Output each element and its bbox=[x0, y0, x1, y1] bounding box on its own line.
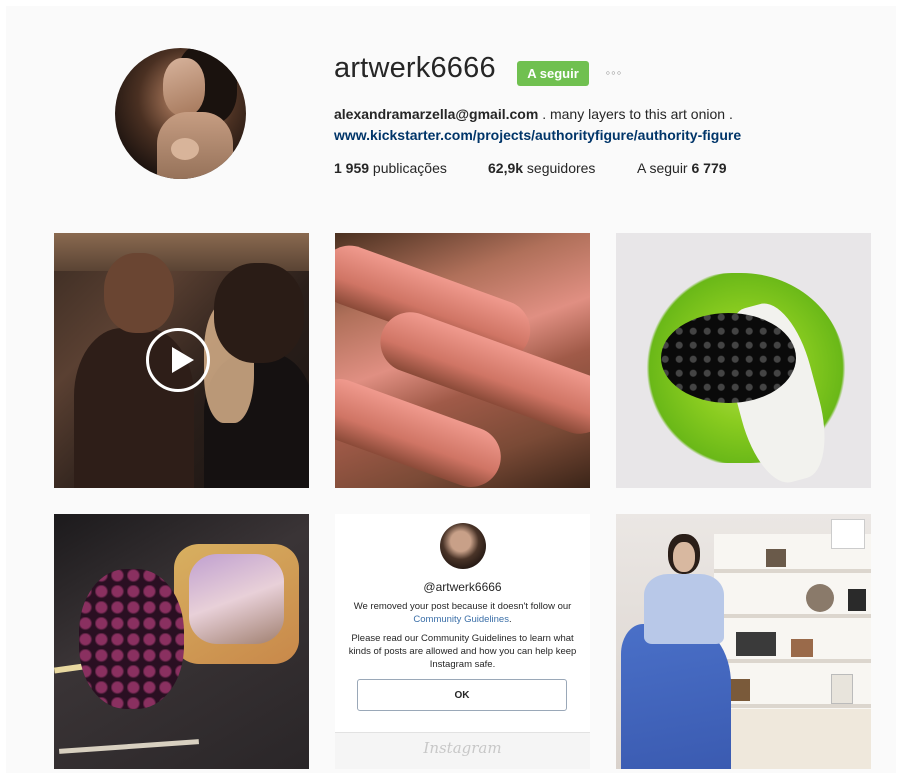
tile-frame bbox=[831, 519, 865, 549]
notice-details: Please read our Community Guidelines to … bbox=[348, 633, 577, 670]
tile-person-body bbox=[644, 574, 724, 644]
tile-object bbox=[791, 639, 813, 657]
tile-person-head bbox=[214, 263, 304, 363]
following-stat[interactable]: A seguir 6 779 bbox=[637, 160, 727, 176]
following-count: 6 779 bbox=[691, 160, 727, 176]
tile-meat bbox=[189, 554, 284, 644]
frame-edge bbox=[0, 0, 6, 773]
tile-skirt bbox=[621, 624, 731, 769]
tile-shelf-line bbox=[714, 704, 871, 708]
bio-text: . many layers to this art onion . bbox=[538, 106, 733, 122]
posts-stat: 1 959 publicações bbox=[334, 160, 447, 176]
followers-count: 62,9k bbox=[488, 160, 524, 176]
avatar-face bbox=[163, 58, 205, 116]
more-options-icon[interactable]: ◦◦◦ bbox=[600, 62, 628, 84]
post-tile-skewer[interactable] bbox=[54, 514, 309, 769]
notice-handle: @artwerk6666 bbox=[423, 580, 502, 594]
tile-shelf-line bbox=[714, 569, 871, 573]
tile-stick bbox=[58, 739, 200, 754]
post-tile-video[interactable] bbox=[54, 233, 309, 488]
followers-stat[interactable]: 62,9k seguidores bbox=[488, 160, 595, 176]
instagram-logo: Instagram bbox=[423, 739, 502, 757]
tile-object bbox=[736, 632, 776, 656]
ok-button[interactable]: OK bbox=[357, 679, 567, 711]
profile-bio: alexandramarzella@gmail.com . many layer… bbox=[334, 106, 733, 122]
posts-count: 1 959 bbox=[334, 160, 370, 176]
following-label: A seguir bbox=[637, 160, 692, 176]
bio-website-link[interactable]: www.kickstarter.com/projects/authorityfi… bbox=[334, 127, 741, 143]
notice-message-period: . bbox=[508, 614, 512, 625]
profile-username: artwerk6666 bbox=[334, 52, 496, 84]
profile-avatar[interactable] bbox=[115, 48, 246, 179]
tile-shelf-line bbox=[714, 614, 871, 618]
play-icon[interactable] bbox=[146, 328, 210, 392]
notice-message-text: We removed your post because it doesn't … bbox=[353, 601, 572, 612]
tile-object bbox=[848, 589, 866, 611]
tile-person-face bbox=[673, 542, 695, 572]
frame-edge bbox=[0, 0, 902, 6]
posts-label: publicações bbox=[369, 160, 447, 176]
community-guidelines-link[interactable]: Community Guidelines bbox=[413, 614, 509, 625]
tile-object bbox=[766, 549, 786, 567]
post-tile-caviar[interactable] bbox=[616, 233, 871, 488]
post-tile-removed-notice: @artwerk6666 We removed your post becaus… bbox=[335, 514, 590, 769]
tile-object bbox=[831, 674, 853, 704]
notice-avatar bbox=[440, 523, 486, 569]
avatar-hand bbox=[171, 138, 199, 160]
tile-shelf-line bbox=[714, 659, 871, 663]
tile-person-head bbox=[104, 253, 174, 333]
post-tile-meat[interactable] bbox=[335, 233, 590, 488]
notice-message: We removed your post because it doesn't … bbox=[335, 600, 590, 626]
post-tile-portrait[interactable] bbox=[616, 514, 871, 769]
frame-edge bbox=[896, 0, 902, 773]
tile-blackberry bbox=[79, 569, 184, 709]
tile-caviar bbox=[661, 313, 796, 403]
tile-object bbox=[806, 584, 834, 612]
bio-email: alexandramarzella@gmail.com bbox=[334, 106, 539, 122]
following-button[interactable]: A seguir bbox=[517, 61, 589, 86]
followers-label: seguidores bbox=[523, 160, 596, 176]
